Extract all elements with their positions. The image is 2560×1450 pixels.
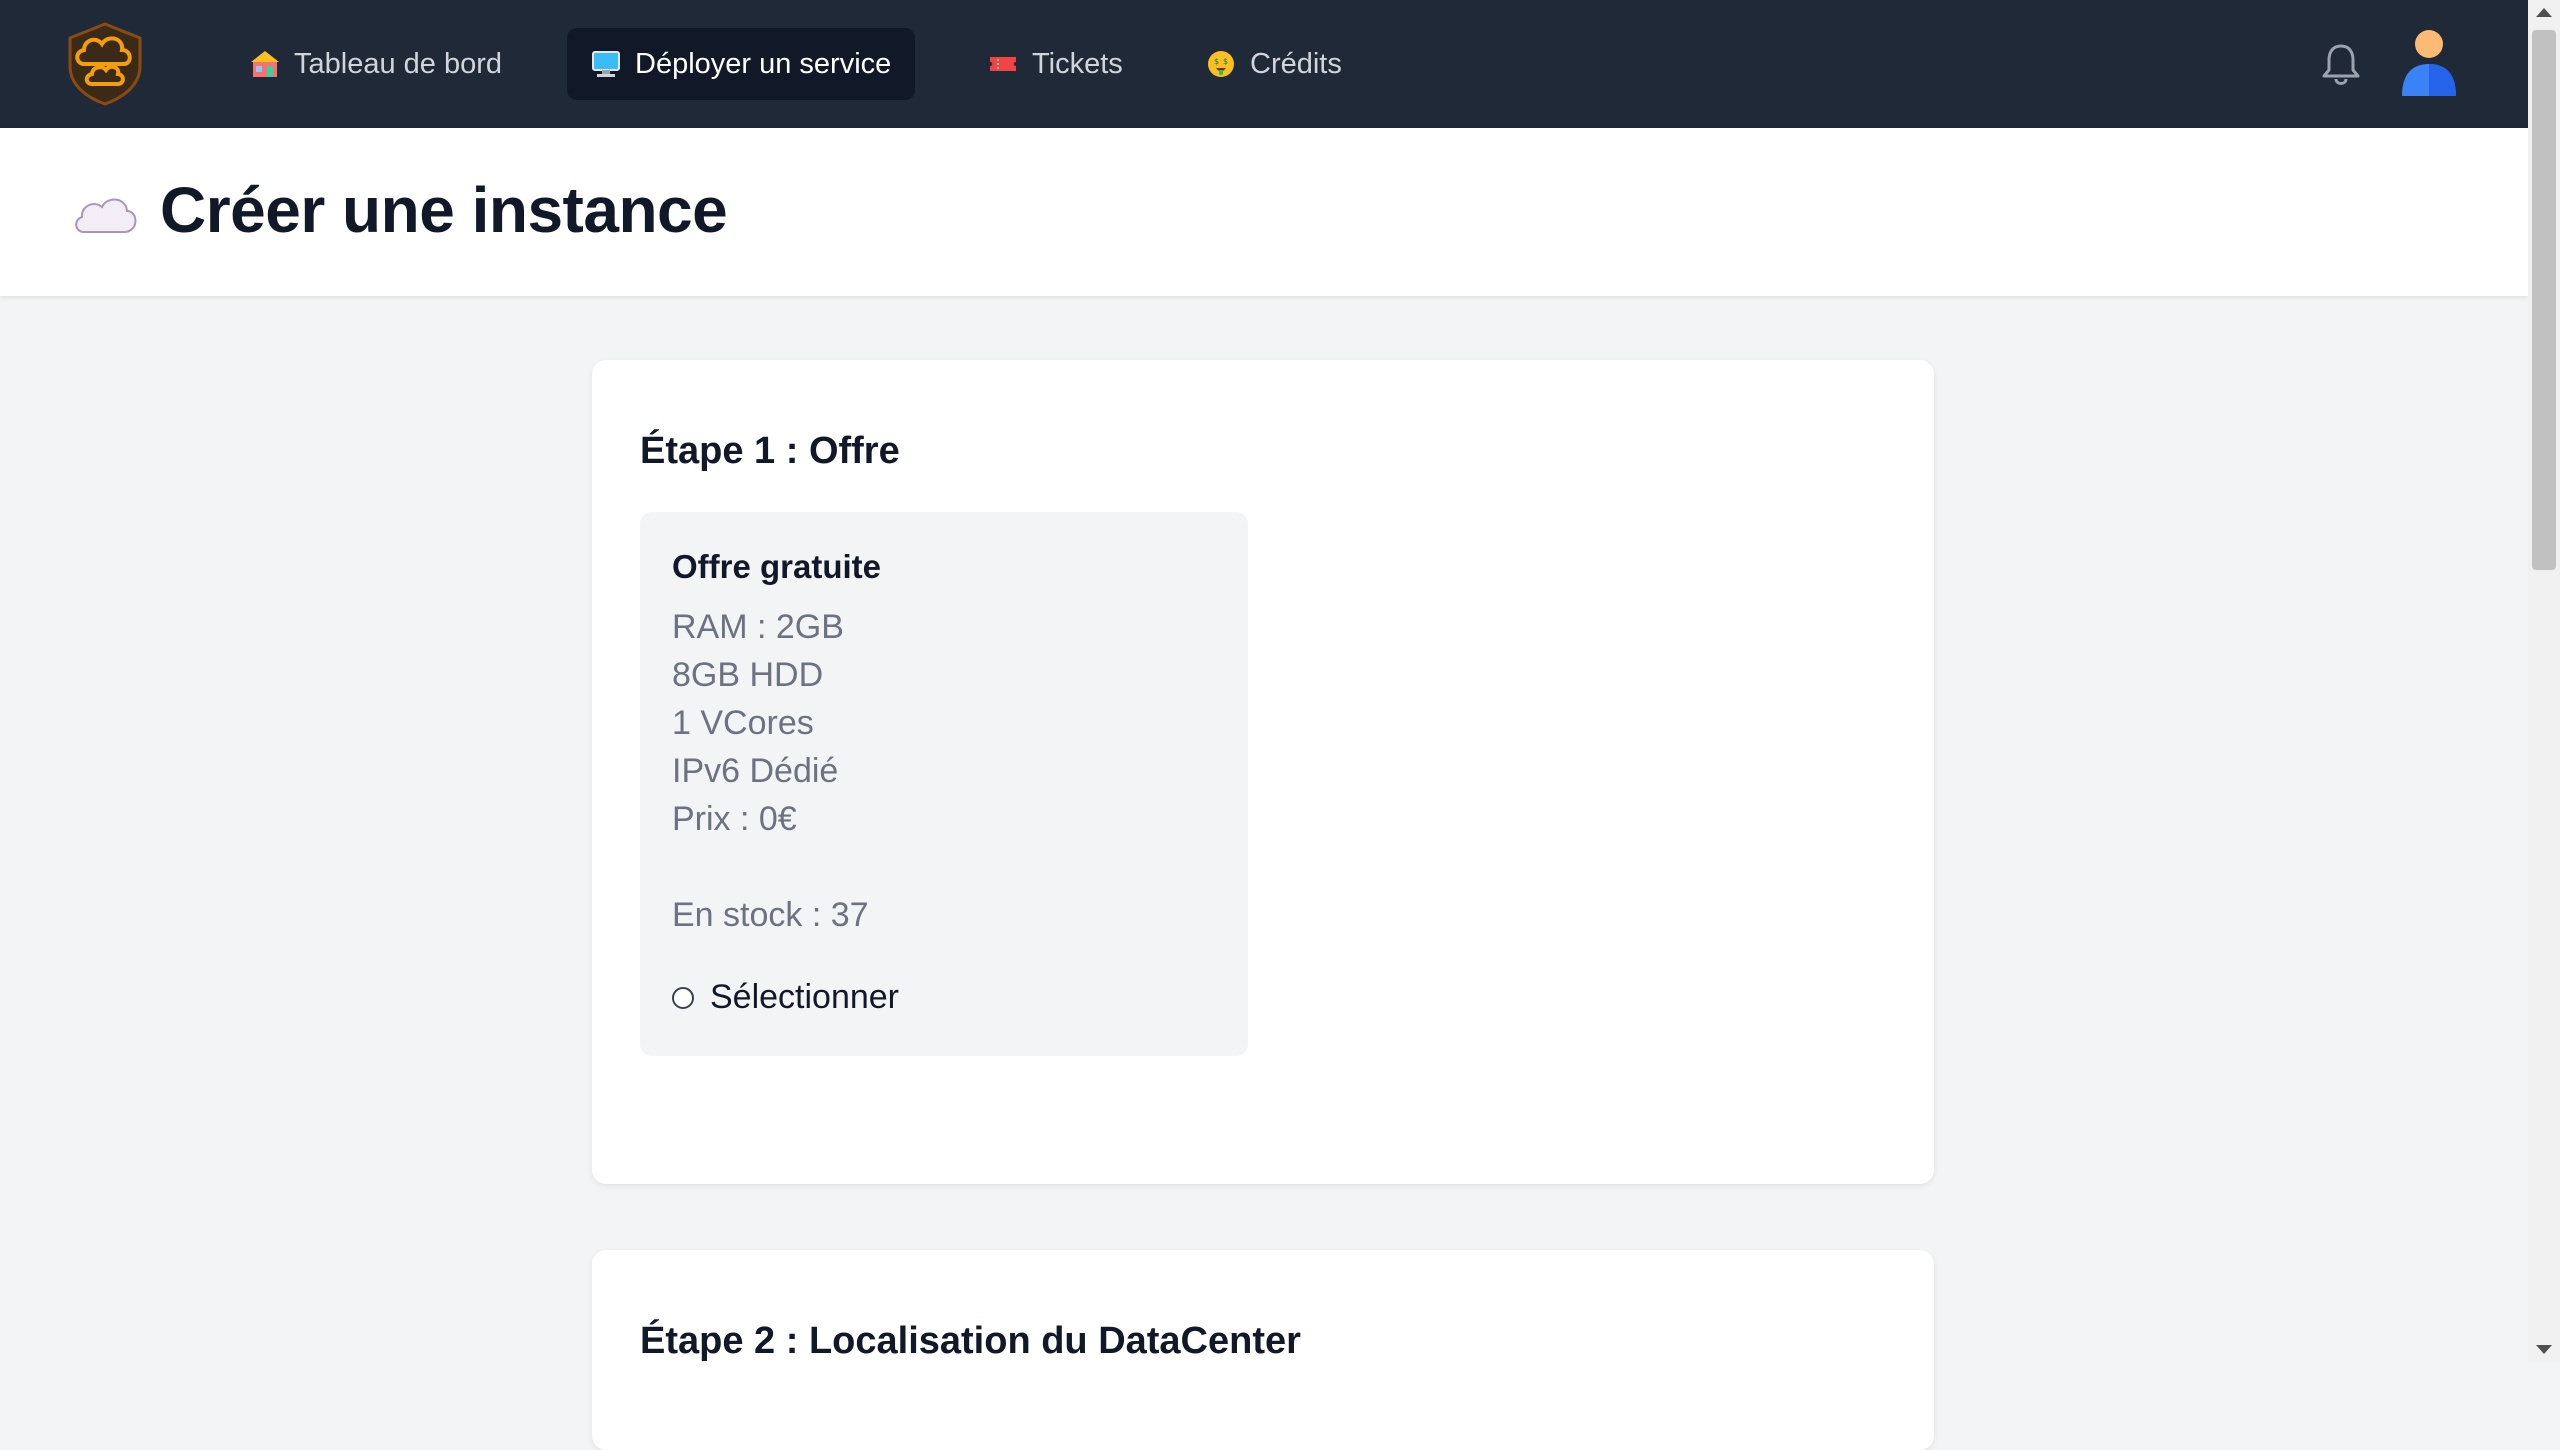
nav-deployer-un-service[interactable]: Déployer un service	[567, 28, 916, 100]
spec-price: Prix : 0€	[672, 800, 797, 838]
spec-ipv6: IPv6 Dédié	[672, 752, 839, 790]
spec-vcores: 1 VCores	[672, 704, 814, 742]
offer-name: Offre gratuite	[672, 548, 882, 585]
step-2-card: Étape 2 : Localisation du DataCenter	[592, 1250, 1934, 1450]
select-offer-radio[interactable]	[672, 986, 694, 1009]
spec-storage: 8GB HDD	[672, 656, 824, 694]
money-face-icon: $ $	[1208, 51, 1234, 77]
svg-text:$: $	[1223, 57, 1228, 66]
cloud-icon	[75, 198, 137, 233]
house-icon	[251, 51, 279, 77]
nav-credits[interactable]: $ $ Crédits	[1182, 28, 1366, 100]
nav-tickets[interactable]: Tickets	[964, 28, 1147, 100]
top-navigation: Tableau de bord Déployer un service Tick…	[0, 0, 2528, 128]
nav-label: Tickets	[1032, 47, 1123, 80]
page-scrollbar[interactable]	[2528, 0, 2560, 1362]
scroll-down-arrow-icon[interactable]	[2536, 1345, 2552, 1354]
nav-tableau-de-bord[interactable]: Tableau de bord	[226, 28, 526, 100]
scroll-up-arrow-icon[interactable]	[2536, 8, 2552, 17]
nav-label: Crédits	[1250, 47, 1342, 80]
spec-ram: RAM : 2GB	[672, 608, 844, 646]
page-title: Créer une instance	[160, 174, 728, 246]
svg-text:$: $	[1214, 57, 1219, 66]
user-avatar-icon[interactable]	[2400, 28, 2458, 98]
nav-label: Déployer un service	[635, 47, 892, 80]
bell-icon[interactable]	[2318, 40, 2364, 88]
step-2-title: Étape 2 : Localisation du DataCenter	[640, 1320, 1301, 1362]
step-1-card: Étape 1 : Offre Offre gratuite RAM : 2GB…	[592, 360, 1934, 1184]
desktop-computer-icon	[592, 51, 620, 77]
page-header: Créer une instance	[0, 128, 2528, 296]
cloud-shield-logo[interactable]	[62, 20, 148, 106]
step-1-title: Étape 1 : Offre	[640, 430, 900, 472]
scrollbar-thumb[interactable]	[2532, 30, 2556, 570]
select-offer-label: Sélectionner	[710, 978, 900, 1016]
offer-card-free[interactable]: Offre gratuite RAM : 2GB 8GB HDD 1 VCore…	[640, 512, 1248, 1056]
select-offer-option[interactable]: Sélectionner	[672, 978, 899, 1017]
stock-count: En stock : 37	[672, 896, 869, 934]
nav-label: Tableau de bord	[294, 47, 502, 80]
ticket-icon	[990, 57, 1016, 71]
